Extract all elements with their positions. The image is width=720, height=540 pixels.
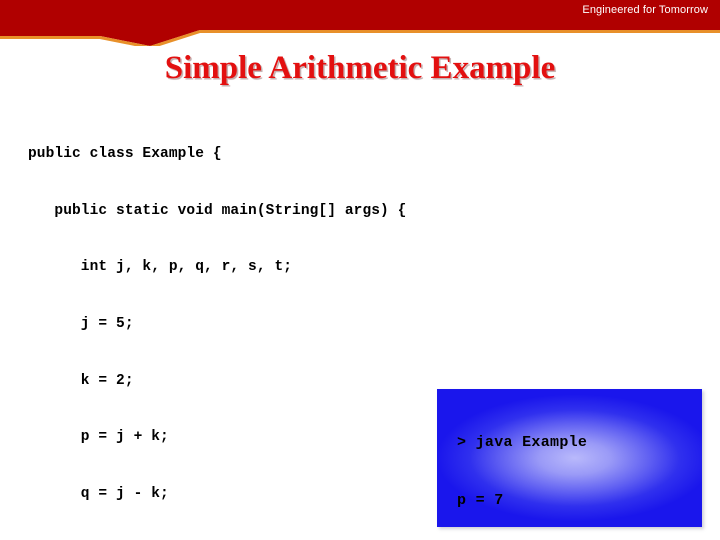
code-line: p = j + k;: [28, 429, 169, 446]
code-line: public static void main(String[] args) {: [28, 202, 407, 219]
code-line: k = 2;: [28, 372, 134, 389]
console-line: > java Example: [457, 434, 588, 452]
console-output-text: > java Example p = 7 q = 3 r = 10 s = 2 …: [457, 395, 587, 527]
slide: Engineered for Tomorrow Simple Arithmeti…: [0, 0, 720, 540]
console-output-window: > java Example p = 7 q = 3 r = 10 s = 2 …: [437, 389, 702, 527]
code-listing: public class Example { public static voi…: [28, 107, 406, 540]
tagline-text: Engineered for Tomorrow: [582, 4, 708, 16]
code-line: q = j - k;: [28, 486, 169, 503]
code-line: j = 5;: [28, 315, 134, 332]
console-line: p = 7: [457, 492, 504, 510]
code-line: int j, k, p, q, r, s, t;: [28, 259, 293, 276]
header-banner: Engineered for Tomorrow: [0, 0, 720, 46]
code-line: public class Example {: [28, 145, 222, 162]
page-title: Simple Arithmetic Example: [164, 50, 556, 86]
